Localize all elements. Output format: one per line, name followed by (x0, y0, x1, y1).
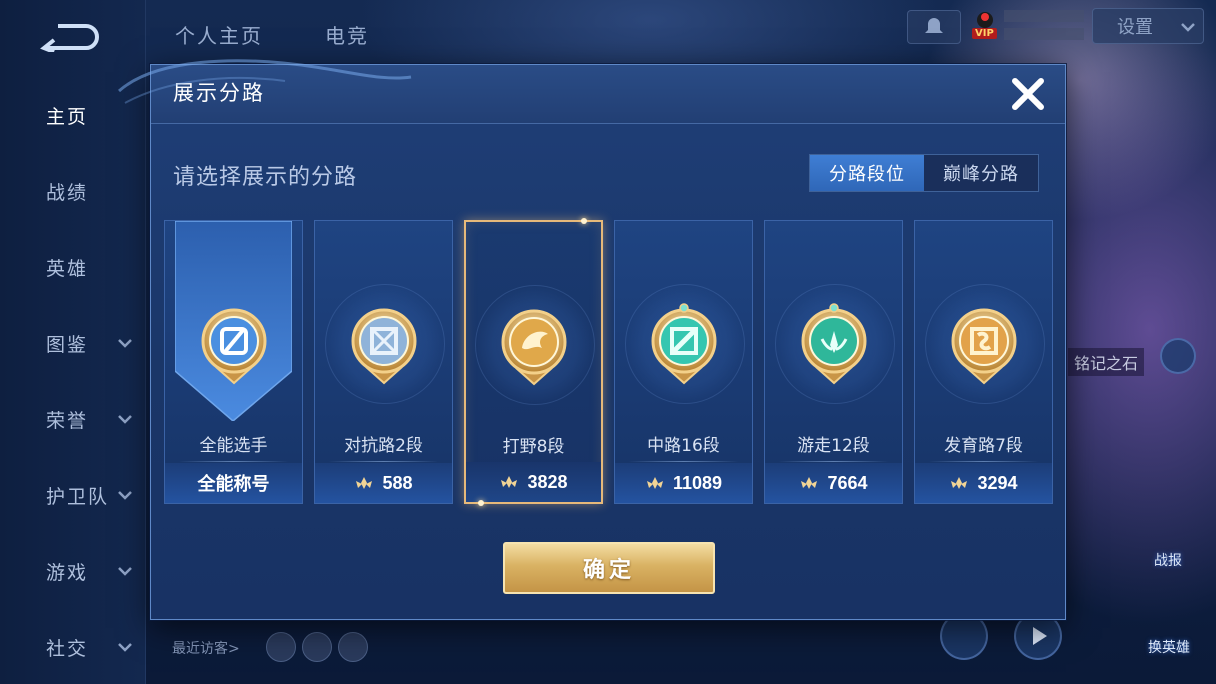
rank-star-icon (356, 477, 373, 489)
chevron-down-icon (118, 415, 132, 424)
sidebar-item[interactable]: 图鉴 (0, 323, 145, 363)
sidebar-item-label: 战绩 (46, 181, 89, 204)
settings-label: 设置 (1117, 17, 1153, 38)
chevron-down-icon (118, 491, 132, 500)
chevron-down-icon (118, 567, 132, 576)
chevron-down-icon (1181, 23, 1195, 32)
lane-card[interactable]: 中路16段 11089 (614, 220, 753, 504)
clash-lane-emblem-icon (351, 308, 416, 385)
lane-score: 全能称号 (197, 474, 270, 494)
lane-score: 11089 (672, 472, 723, 493)
lane-card[interactable]: 游走12段 7664 (764, 220, 903, 504)
sidebar-item[interactable]: 主页 (0, 95, 145, 135)
back-arrow-icon[interactable] (38, 22, 100, 52)
stone-label: 铭记之石 (1068, 348, 1145, 376)
sidebar-item-label: 主页 (46, 105, 89, 128)
card-footer: 7664 (765, 463, 902, 503)
lane-name: 中路16段 (647, 436, 720, 456)
visitor-avatar[interactable] (338, 632, 368, 662)
status-line-2 (1004, 28, 1084, 40)
roam-emblem-icon (801, 303, 866, 385)
chevron-down-icon (118, 643, 132, 652)
lane-display-dialog: 展示分路 请选择展示的分路 分路段位 巅峰分路 全能选手全能称号 对抗路2段 5… (118, 59, 1066, 620)
chevron-down-icon (118, 339, 132, 348)
stone-toggle-icon[interactable] (1160, 338, 1196, 374)
close-icon[interactable] (1009, 75, 1047, 113)
sidebar-item[interactable]: 荣誉 (0, 399, 145, 439)
visitor-avatar[interactable] (302, 632, 332, 662)
lane-score: 3828 (527, 471, 568, 492)
recent-visitors-link[interactable]: 最近访客> (172, 638, 240, 658)
rank-star-icon (501, 476, 518, 488)
battle-report-button[interactable]: 战报 (1154, 550, 1182, 570)
card-footer: 全能称号 (165, 463, 302, 503)
rank-star-icon (801, 477, 818, 489)
card-divider (929, 461, 1038, 462)
visitor-avatar[interactable] (266, 632, 296, 662)
jungle-emblem-icon (501, 309, 566, 386)
dialog-title: 展示分路 (173, 81, 265, 105)
sidebar-item[interactable]: 社交 (0, 627, 145, 667)
all-round-emblem-icon (201, 308, 266, 385)
sidebar-item[interactable]: 护卫队 (0, 475, 145, 515)
lane-name: 游走12段 (797, 436, 870, 456)
toggle-peak-lane[interactable]: 巅峰分路 (924, 155, 1038, 191)
rank-star-icon (646, 477, 663, 489)
lane-card[interactable]: 发育路7段 3294 (914, 220, 1053, 504)
sidebar-item-label: 图鉴 (46, 333, 89, 356)
mid-lane-emblem-icon (651, 303, 716, 385)
tab-esports[interactable]: 电竞 (325, 20, 369, 49)
lane-mode-toggle: 分路段位 巅峰分路 (809, 154, 1039, 192)
card-footer: 11089 (615, 463, 752, 503)
selection-corner-dot (581, 218, 587, 224)
sidebar-item-label: 游戏 (46, 561, 89, 584)
sidebar-item[interactable]: 游戏 (0, 551, 145, 591)
card-divider (629, 461, 738, 462)
sidebar-item-label: 英雄 (46, 257, 89, 280)
card-divider (779, 461, 888, 462)
tab-profile[interactable]: 个人主页 (175, 20, 263, 49)
settings-button[interactable]: 设置 (1092, 8, 1204, 44)
lane-score: 3294 (977, 472, 1018, 493)
lane-card[interactable]: 打野8段 3828 (464, 218, 603, 506)
lane-name: 打野8段 (502, 437, 565, 457)
toggle-lane-rank[interactable]: 分路段位 (810, 155, 924, 191)
lane-score: 7664 (827, 472, 868, 493)
selection-corner-dot (478, 500, 484, 506)
lane-name: 发育路7段 (944, 436, 1023, 456)
farm-lane-emblem-icon (951, 308, 1016, 385)
sidebar-item-label: 荣誉 (46, 409, 89, 432)
lane-score: 588 (382, 472, 413, 493)
card-footer: 3294 (915, 463, 1052, 503)
rank-star-icon (951, 477, 968, 489)
sidebar-item[interactable]: 英雄 (0, 247, 145, 287)
card-divider (179, 461, 288, 462)
lane-name: 对抗路2段 (344, 436, 423, 456)
change-hero-button[interactable]: 换英雄 (1148, 637, 1190, 657)
sidebar-item-label: 护卫队 (46, 485, 110, 508)
dialog-subtitle: 请选择展示的分路 (173, 165, 358, 190)
sidebar-item-label: 社交 (46, 637, 89, 660)
sidebar: 主页战绩英雄图鉴荣誉护卫队游戏社交 (0, 0, 146, 684)
confirm-button[interactable]: 确定 (503, 542, 715, 594)
sidebar-item[interactable]: 战绩 (0, 171, 145, 211)
vip-badge: VIP (972, 28, 997, 39)
dialog-header: 展示分路 (151, 65, 1065, 124)
card-footer: 3828 (466, 462, 601, 502)
notification-bell-icon[interactable] (907, 10, 961, 44)
lane-card[interactable]: 对抗路2段 588 (314, 220, 453, 504)
status-line-1 (1004, 10, 1084, 22)
card-footer: 588 (315, 463, 452, 503)
lane-card[interactable]: 全能选手 全能称号 (164, 220, 303, 504)
vip-avatar[interactable] (970, 8, 1000, 28)
lane-name: 全能选手 (199, 436, 268, 456)
card-divider (329, 461, 438, 462)
